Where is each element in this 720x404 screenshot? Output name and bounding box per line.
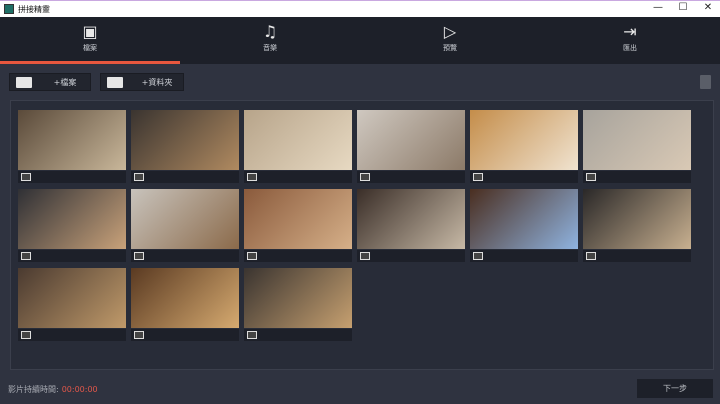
close-button[interactable]: ✕ [698,2,718,13]
image-icon [21,252,31,260]
tab-label: 預覽 [443,44,457,52]
photo-item[interactable] [131,189,239,262]
duration-value: 00:00:00 [61,385,98,394]
photo-info-bar [470,171,578,183]
tab-music[interactable]: ♫ 音樂 [180,17,360,64]
next-button[interactable]: 下一步 [637,379,713,398]
photo-item[interactable] [244,268,352,341]
photo-thumbnail[interactable] [583,189,691,249]
image-icon [134,252,144,260]
photo-info-bar [357,171,465,183]
window-title: 拼接精靈 [18,5,50,14]
photo-item[interactable] [131,110,239,183]
duration-label: 影片持續時間: 00:00:00 [8,384,98,395]
image-icon [473,173,483,181]
tab-label: 音樂 [263,44,277,52]
photo-item[interactable] [357,110,465,183]
image-icon [16,77,32,88]
photo-thumbnail[interactable] [18,268,126,328]
app-icon [4,4,14,14]
image-icon [247,331,257,339]
photo-thumbnail[interactable] [357,189,465,249]
tab-preview[interactable]: ▷ 預覽 [360,17,540,64]
photo-thumbnail[interactable] [244,268,352,328]
photo-info-bar [470,250,578,262]
photo-info-bar [18,250,126,262]
photo-thumbnail[interactable] [131,268,239,328]
photo-thumbnail[interactable] [583,110,691,170]
title-bar: 拼接精靈 — ☐ ✕ [0,0,720,17]
image-icon [473,252,483,260]
photo-item[interactable] [244,110,352,183]
image-icon [134,331,144,339]
image-icon [360,173,370,181]
photo-thumbnail[interactable] [244,189,352,249]
tab-bar: ▣ 檔案 ♫ 音樂 ▷ 預覽 ⇥ 匯出 [0,17,720,64]
photo-info-bar [18,329,126,341]
tab-label: 匯出 [623,44,637,52]
photo-item[interactable] [18,268,126,341]
photo-info-bar [131,171,239,183]
image-icon [586,252,596,260]
photo-item[interactable] [244,189,352,262]
image-icon [21,331,31,339]
image-icon [586,173,596,181]
files-icon: ▣ [82,22,98,41]
photo-info-bar [244,250,352,262]
photo-item[interactable] [583,189,691,262]
photo-item[interactable] [18,110,126,183]
photo-thumbnail[interactable] [470,110,578,170]
photo-info-bar [583,250,691,262]
photo-item[interactable] [18,189,126,262]
photo-item[interactable] [357,189,465,262]
photo-info-bar [357,250,465,262]
export-icon: ⇥ [623,22,637,41]
image-icon [360,252,370,260]
tab-export[interactable]: ⇥ 匯出 [540,17,720,64]
photo-info-bar [131,250,239,262]
photo-info-bar [18,171,126,183]
photo-info-bar [244,171,352,183]
photo-thumbnail[interactable] [131,110,239,170]
photo-thumbnail[interactable] [18,189,126,249]
add-file-button[interactable]: +檔案 [9,73,91,91]
photo-item[interactable] [131,268,239,341]
photo-info-bar [244,329,352,341]
photo-item[interactable] [470,189,578,262]
image-icon [247,173,257,181]
add-folder-button[interactable]: +資料夾 [100,73,184,91]
trash-icon[interactable] [700,75,711,89]
photo-thumbnail[interactable] [244,110,352,170]
photo-thumbnail[interactable] [18,110,126,170]
image-icon [247,252,257,260]
photo-info-bar [131,329,239,341]
maximize-button[interactable]: ☐ [673,2,693,13]
add-file-label: +檔案 [53,78,77,87]
duration-text: 影片持續時間: [8,385,59,394]
image-icon [21,173,31,181]
photo-info-bar [583,171,691,183]
minimize-button[interactable]: — [648,2,668,13]
add-folder-label: +資料夾 [141,78,173,87]
photo-thumbnail[interactable] [470,189,578,249]
folder-icon [107,77,123,88]
photo-item[interactable] [583,110,691,183]
photo-thumbnail[interactable] [131,189,239,249]
tab-files[interactable]: ▣ 檔案 [0,17,180,64]
photo-thumbnail[interactable] [357,110,465,170]
tab-label: 檔案 [83,44,97,52]
photo-item[interactable] [470,110,578,183]
image-icon [134,173,144,181]
music-icon: ♫ [262,22,278,41]
preview-icon: ▷ [443,22,457,41]
